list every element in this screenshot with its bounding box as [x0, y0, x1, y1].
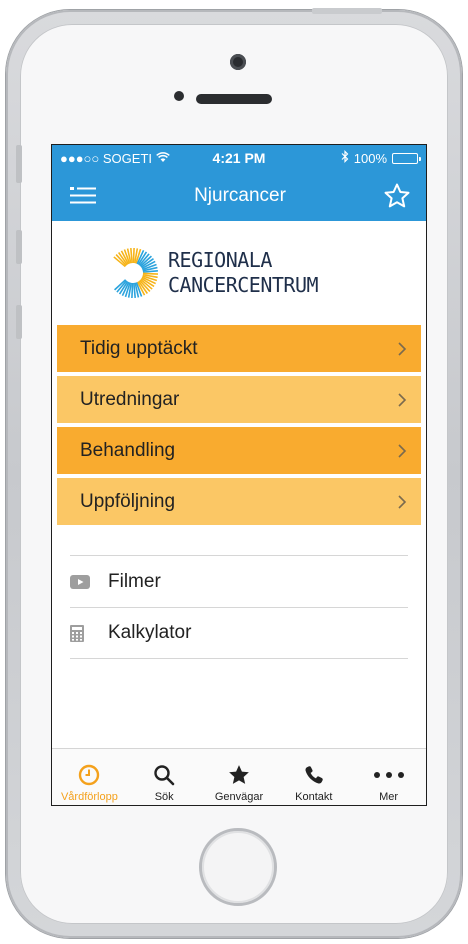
tab-sok[interactable]: Sök [127, 749, 202, 805]
tab-genvagar[interactable]: Genvägar [202, 749, 277, 805]
tab-label: Vårdförlopp [60, 791, 118, 803]
chevron-right-icon [398, 494, 407, 509]
video-icon [70, 574, 90, 589]
power-button [312, 8, 382, 14]
search-icon [153, 761, 175, 789]
mute-switch [16, 145, 22, 183]
wifi-icon [156, 151, 170, 166]
clock-icon [78, 761, 100, 789]
phone-icon [304, 761, 324, 789]
link-list: Filmer Kalkylator [52, 555, 426, 659]
chevron-right-icon [398, 392, 407, 407]
chevron-right-icon [398, 341, 407, 356]
navigation-bar: Njurcancer [52, 171, 426, 221]
app-screen: ●●●○○ SOGETI 4:21 PM 100% Njurcancer REG… [51, 144, 427, 806]
proximity-sensor [174, 91, 184, 101]
hamburger-icon[interactable] [68, 181, 98, 211]
chevron-right-icon [398, 443, 407, 458]
star-icon [227, 761, 251, 789]
status-bar: ●●●○○ SOGETI 4:21 PM 100% [52, 145, 426, 171]
list-item-kalkylator[interactable]: Kalkylator [70, 607, 408, 659]
battery-percent: 100% [353, 150, 387, 166]
rcc-logo: REGIONALA CANCERCENTRUM [52, 221, 426, 325]
tab-bar: Vårdförlopp Sök Genvägar Kontakt Mer [52, 748, 426, 805]
tab-label: Kontakt [295, 791, 333, 803]
rcc-logo-mark [113, 247, 159, 299]
favorite-star-icon[interactable] [382, 181, 412, 211]
menu-item-uppfoljning[interactable]: Uppföljning [57, 478, 421, 525]
more-icon [373, 761, 405, 789]
tab-label: Genvägar [214, 791, 264, 803]
logo-line-1: REGIONALA [168, 248, 272, 272]
volume-up-button [16, 230, 22, 264]
menu-item-utredningar[interactable]: Utredningar [57, 376, 421, 423]
front-camera [230, 54, 246, 70]
menu-item-label: Utredningar [80, 388, 180, 410]
menu-item-tidig-upptackt[interactable]: Tidig upptäckt [57, 325, 421, 372]
home-button[interactable] [199, 828, 277, 906]
menu-item-label: Behandling [80, 439, 176, 461]
list-item-label: Filmer [108, 570, 161, 592]
tab-label: Sök [154, 791, 174, 803]
menu-item-behandling[interactable]: Behandling [57, 427, 421, 474]
list-item-filmer[interactable]: Filmer [70, 555, 408, 607]
care-menu: Tidig upptäckt Utredningar Behandling Up… [52, 325, 426, 525]
logo-line-2: CANCERCENTRUM [168, 273, 319, 297]
menu-item-label: Tidig upptäckt [80, 337, 198, 359]
battery-icon [392, 152, 421, 164]
menu-item-label: Uppföljning [80, 490, 176, 512]
list-item-label: Kalkylator [108, 622, 192, 643]
tab-kontakt[interactable]: Kontakt [276, 749, 351, 805]
bluetooth-icon [341, 150, 349, 166]
calculator-icon [70, 624, 90, 642]
earpiece-speaker [196, 94, 272, 104]
volume-down-button [16, 305, 22, 339]
page-title: Njurcancer [194, 185, 286, 206]
tab-mer[interactable]: Mer [351, 749, 426, 805]
tab-label: Mer [379, 791, 399, 803]
tab-vardforlopp[interactable]: Vårdförlopp [52, 749, 127, 805]
carrier-label: ●●●○○ SOGETI [60, 150, 152, 166]
